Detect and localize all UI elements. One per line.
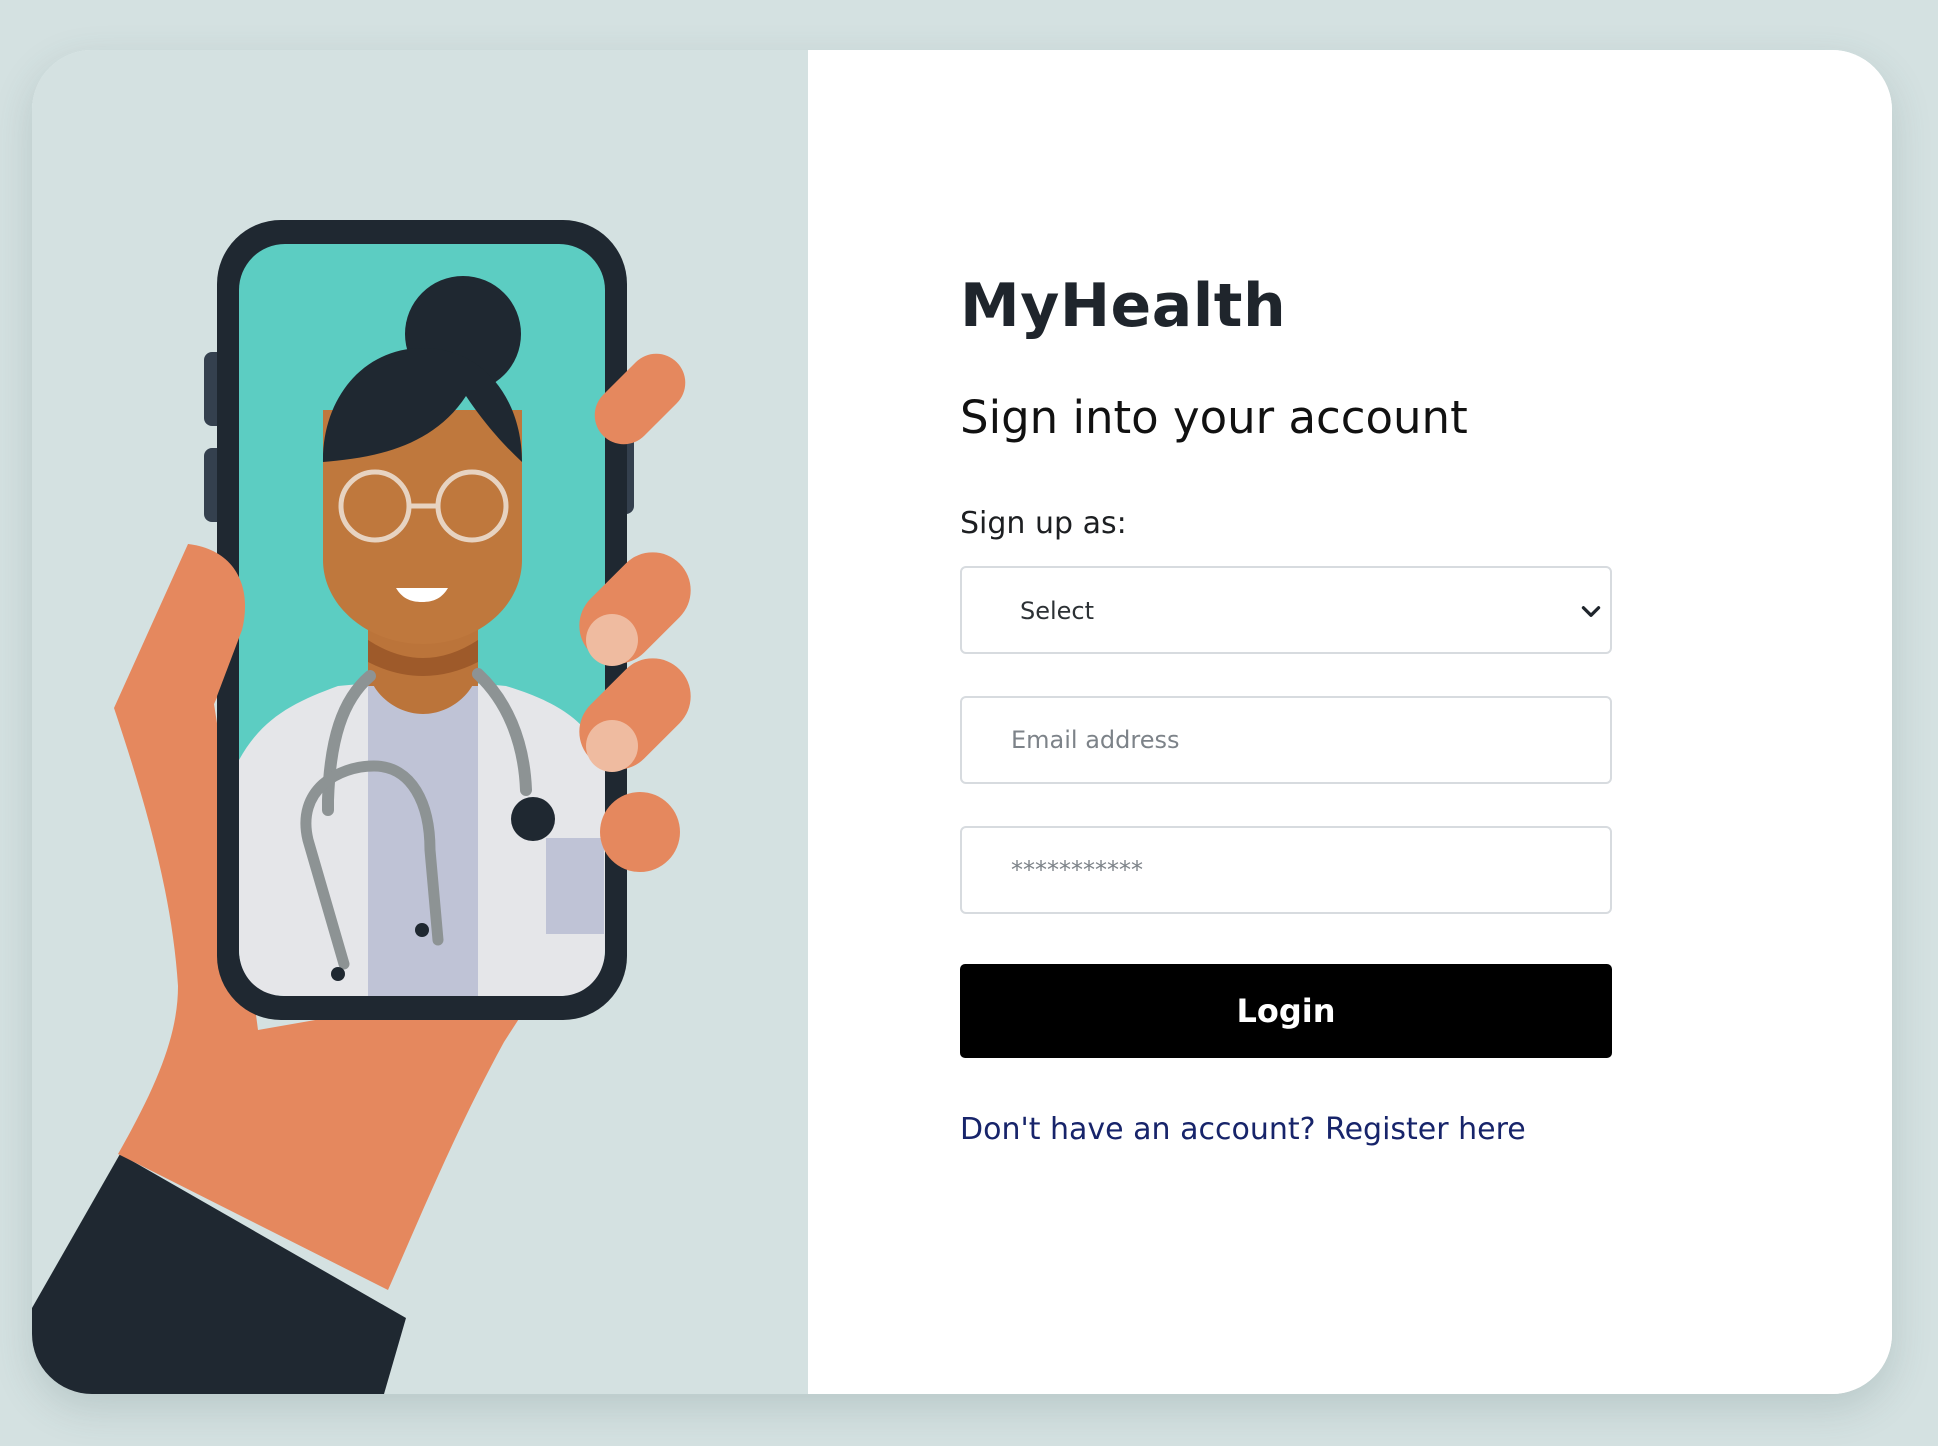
login-button[interactable]: Login bbox=[960, 964, 1612, 1058]
login-card: MyHealth Sign into your account Sign up … bbox=[32, 50, 1892, 1394]
email-input[interactable] bbox=[960, 696, 1612, 784]
password-input[interactable] bbox=[960, 826, 1612, 914]
doctor-phone-illustration bbox=[32, 50, 808, 1394]
role-select[interactable]: Select bbox=[960, 566, 1612, 654]
chevron-down-icon bbox=[1581, 606, 1601, 617]
illustration-panel bbox=[32, 50, 808, 1394]
login-form-panel: MyHealth Sign into your account Sign up … bbox=[808, 50, 1892, 1394]
role-select-value: Select bbox=[1020, 597, 1095, 625]
role-label: Sign up as: bbox=[960, 506, 1127, 541]
app-title: MyHealth bbox=[960, 271, 1287, 341]
register-link[interactable]: Don't have an account? Register here bbox=[960, 1110, 1526, 1150]
form-heading: Sign into your account bbox=[960, 391, 1468, 444]
